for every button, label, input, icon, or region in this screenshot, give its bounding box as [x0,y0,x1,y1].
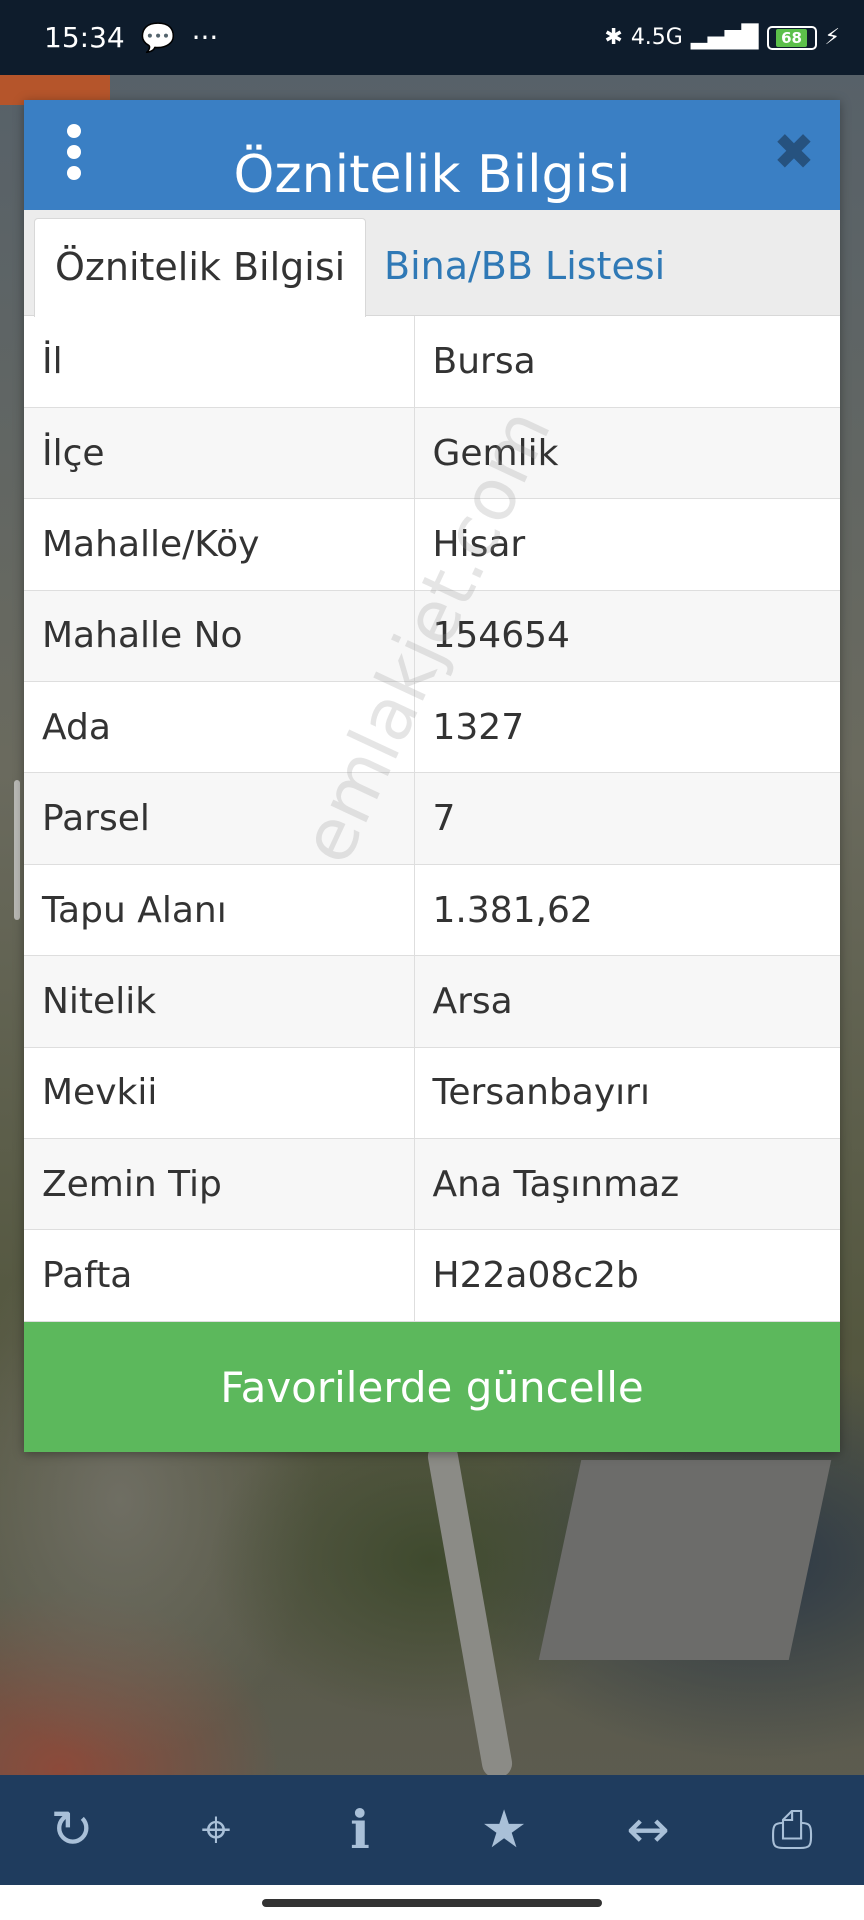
home-gesture-handle[interactable] [262,1899,602,1907]
print-icon[interactable]: ⎙ [752,1790,832,1870]
status-right: ✱ 4.5G ▂▄▆█ 68 ⚡ [604,25,840,50]
table-row: Parsel 7 [24,772,840,865]
tab-building-list[interactable]: Bina/BB Listesi [364,218,685,317]
row-value: 1327 [414,681,840,774]
battery-icon: 68 [766,25,817,50]
row-value: Tersanbayırı [414,1047,840,1140]
measure-arrows-icon[interactable]: ↔ [608,1790,688,1870]
battery-level: 68 [776,28,807,47]
refresh-icon[interactable]: ↻ [32,1790,112,1870]
row-key: Mahalle No [24,590,415,683]
row-key: Parsel [24,772,415,865]
dialog-title: Öznitelik Bilgisi [233,145,631,205]
close-icon[interactable]: ✖ [772,127,816,177]
row-key: Mahalle/Köy [24,498,415,591]
row-key: Mevkii [24,1047,415,1140]
charging-icon: ⚡ [824,25,840,50]
bluetooth-icon: ✱ [604,25,623,50]
table-row: Mahalle No 154654 [24,590,840,683]
more-notifications-indicator: ··· [191,21,219,54]
row-key: İlçe [24,407,415,500]
row-key: Nitelik [24,955,415,1048]
status-time: 15:34 [44,21,125,54]
table-row: Pafta H22a08c2b [24,1229,840,1322]
system-navigation-bar [0,1885,864,1920]
attribute-info-dialog: Öznitelik Bilgisi ✖ Öznitelik Bilgisi Bi… [24,100,840,1452]
dialog-header: Öznitelik Bilgisi ✖ [24,100,840,210]
network-type: 4.5G [630,25,683,50]
map-scroll-indicator [14,780,20,920]
row-value: 7 [414,772,840,865]
row-key: Zemin Tip [24,1138,415,1231]
row-value: H22a08c2b [414,1229,840,1322]
row-key: Ada [24,681,415,774]
table-row: Zemin Tip Ana Taşınmaz [24,1138,840,1231]
map-feature-road [425,1439,515,1781]
row-value: 1.381,62 [414,864,840,957]
row-value: Arsa [414,955,840,1048]
row-key: Tapu Alanı [24,864,415,957]
row-value: Hisar [414,498,840,591]
update-favorites-button[interactable]: Favorilerde güncelle [24,1322,840,1452]
star-icon[interactable]: ★ [464,1790,544,1870]
row-value: Bursa [414,316,840,408]
info-icon[interactable]: i [320,1790,400,1870]
signal-icon: ▂▄▆█ [690,25,759,50]
row-key: Pafta [24,1229,415,1322]
table-row: İl Bursa [24,316,840,408]
table-row: Nitelik Arsa [24,955,840,1048]
tab-bar: Öznitelik Bilgisi Bina/BB Listesi [24,210,840,317]
bottom-toolbar: ↻ ⌖ i ★ ↔ ⎙ [0,1775,864,1885]
map-feature-building [538,1460,832,1660]
table-row: İlçe Gemlik [24,407,840,500]
status-left: 15:34 💬 ··· [44,21,218,54]
row-value: Gemlik [414,407,840,500]
status-bar: 15:34 💬 ··· ✱ 4.5G ▂▄▆█ 68 ⚡ [0,0,864,75]
row-key: İl [24,316,415,408]
table-row: Mevkii Tersanbayırı [24,1047,840,1140]
table-row: Tapu Alanı 1.381,62 [24,864,840,957]
table-row: Ada 1327 [24,681,840,774]
row-value: 154654 [414,590,840,683]
attribute-table: İl Bursa İlçe Gemlik Mahalle/Köy Hisar Maha… [24,316,840,1322]
chat-notification-icon: 💬 [140,21,176,54]
row-value: Ana Taşınmaz [414,1138,840,1231]
table-row: Mahalle/Köy Hisar [24,498,840,591]
tab-attribute-info[interactable]: Öznitelik Bilgisi [34,218,367,317]
locate-crosshair-icon[interactable]: ⌖ [176,1790,256,1870]
